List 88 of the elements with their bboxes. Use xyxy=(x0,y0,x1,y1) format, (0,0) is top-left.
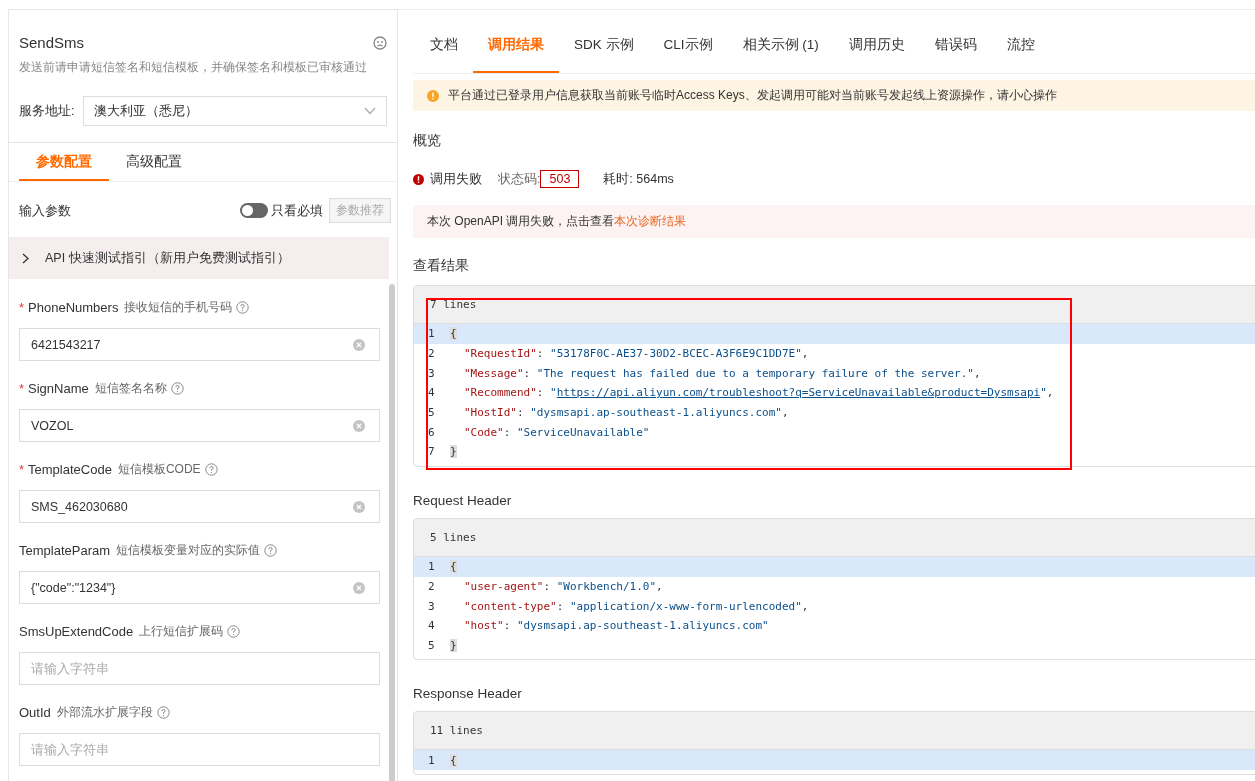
input-field[interactable]: 6421543217 xyxy=(19,328,380,361)
line-number: 3 xyxy=(427,366,436,380)
status-code-badge: 503 xyxy=(540,170,580,188)
chevron-down-icon xyxy=(364,107,376,115)
help-icon xyxy=(204,462,218,476)
line-number: 1 xyxy=(427,327,436,341)
code-line: "content-type": "application/x-www-form-urlencoded", xyxy=(463,599,809,613)
clear-icon xyxy=(353,339,365,351)
tab[interactable]: 流控 xyxy=(991,10,1050,73)
line-number: 1 xyxy=(427,753,436,767)
tab[interactable]: SDK 示例 xyxy=(559,10,649,73)
required-asterisk: * xyxy=(19,299,25,315)
required-asterisk: * xyxy=(19,380,25,396)
warning-icon xyxy=(427,89,439,102)
api-title: SendSms xyxy=(19,34,85,51)
warning-message: 平台通过已登录用户信息获取当前账号临时Access Keys、发起调用可能对当前账号发起线上资源操作，请小心操作 xyxy=(448,87,1057,104)
section-title: Request Header xyxy=(413,492,513,508)
line-number: 4 xyxy=(427,619,436,633)
line-number: 2 xyxy=(427,347,436,361)
diagnosis-message: 本次 OpenAPI 调用失败，点击查看 xyxy=(427,213,615,230)
chevron-right-icon xyxy=(22,252,29,264)
clear-icon xyxy=(353,501,365,513)
section-title: 查看结果 xyxy=(413,257,470,275)
tab[interactable]: 错误码 xyxy=(919,10,992,73)
field-label: TemplateCode xyxy=(28,461,112,477)
line-number: 5 xyxy=(427,638,436,652)
api-description: 发送前请申请短信签名和短信模板，并确保签名和模板已审核通过 xyxy=(19,59,368,76)
code-line: "HostId": "dysmsapi.ap-southeast-1.aliyuncs.com", xyxy=(463,406,789,420)
field-label: OutId xyxy=(19,704,51,720)
line-number: 2 xyxy=(427,579,436,593)
clear-icon xyxy=(353,420,365,432)
field-label: 服务地址: xyxy=(19,102,76,120)
region-select[interactable]: 澳大利亚（悉尼） xyxy=(83,96,387,126)
field-label: PhoneNumbers xyxy=(28,299,119,315)
field-hint: 短信模板CODE xyxy=(117,460,201,478)
input-field[interactable]: 请输入字符串 xyxy=(19,733,380,766)
input-field[interactable]: VOZOL xyxy=(19,409,380,442)
line-number: 6 xyxy=(427,425,436,439)
code-line: "Message": "The request has failed due to a temporary failure of the server.", xyxy=(463,366,981,380)
tab[interactable]: 高级配置 xyxy=(109,143,199,181)
tab[interactable]: 调用历史 xyxy=(833,10,920,73)
clear-icon xyxy=(353,582,365,594)
line-count: 5 lines xyxy=(430,530,477,544)
required-asterisk: * xyxy=(19,461,25,477)
help-icon xyxy=(264,543,278,557)
field-label: SignName xyxy=(28,380,89,396)
line-number: 5 xyxy=(427,406,436,420)
status-text: 调用失败 xyxy=(430,170,482,188)
duration-text: 耗时: 564ms xyxy=(603,170,674,188)
error-icon xyxy=(413,173,424,185)
tab[interactable]: CLI示例 xyxy=(648,10,728,73)
status-code-label: 状态码: xyxy=(498,170,541,188)
field-hint: 上行短信扩展码 xyxy=(139,622,224,640)
field-hint: 短信签名名称 xyxy=(94,379,167,397)
input-field[interactable]: {"code":"1234"} xyxy=(19,571,380,604)
section-title: 概览 xyxy=(413,132,442,150)
tab[interactable]: 相关示例 (1) xyxy=(727,10,834,73)
help-icon xyxy=(170,381,184,395)
field-hint: 接收短信的手机号码 xyxy=(124,298,233,316)
input-field[interactable]: SMS_462030680 xyxy=(19,490,380,523)
field-label: TemplateParam xyxy=(19,542,111,558)
help-icon xyxy=(227,624,241,638)
code-line: "Recommend": "https://api.aliyun.com/troubleshoot?q=ServiceUnavailable&product=Dysmsapi", xyxy=(463,386,1054,400)
line-count: 11 lines xyxy=(430,724,483,738)
section-label: 输入参数 xyxy=(19,201,71,220)
code-link[interactable]: https://api.aliyun.com/troubleshoot?q=ServiceUnavailable&product=Dysmsapi xyxy=(556,386,1041,400)
input-field[interactable]: 请输入字符串 xyxy=(19,652,380,685)
line-number: 1 xyxy=(427,560,436,574)
feedback-face-icon xyxy=(373,35,387,50)
field-hint: 短信模板变量对应的实际值 xyxy=(116,541,261,559)
line-number: 4 xyxy=(427,386,436,400)
line-number: 7 xyxy=(427,445,436,459)
field-hint: 外部流水扩展字段 xyxy=(56,703,153,721)
guide-panel[interactable]: API 快速测试指引（新用户免费测试指引） xyxy=(9,237,389,279)
scrollbar[interactable] xyxy=(389,284,395,781)
line-number: 3 xyxy=(427,599,436,613)
help-icon xyxy=(156,705,170,719)
code-line: "Code": "ServiceUnavailable" xyxy=(463,425,650,439)
help-icon xyxy=(236,300,250,314)
field-label: SmsUpExtendCode xyxy=(19,623,134,639)
line-count: 7 lines xyxy=(430,298,477,311)
toggle-switch[interactable] xyxy=(240,203,268,218)
tab[interactable]: 文档 xyxy=(415,10,473,73)
code-line: "user-agent": "Workbench/1.0", xyxy=(463,579,663,593)
toggle-label: 只看必填 xyxy=(271,201,323,220)
section-title: Response Header xyxy=(413,686,523,702)
code-line: "RequestId": "53178F0C-AE37-30D2-BCEC-A3F6E9C1DD7E", xyxy=(463,347,809,361)
code-line: "host": "dysmsapi.ap-southeast-1.aliyuncs.com" xyxy=(463,619,769,633)
